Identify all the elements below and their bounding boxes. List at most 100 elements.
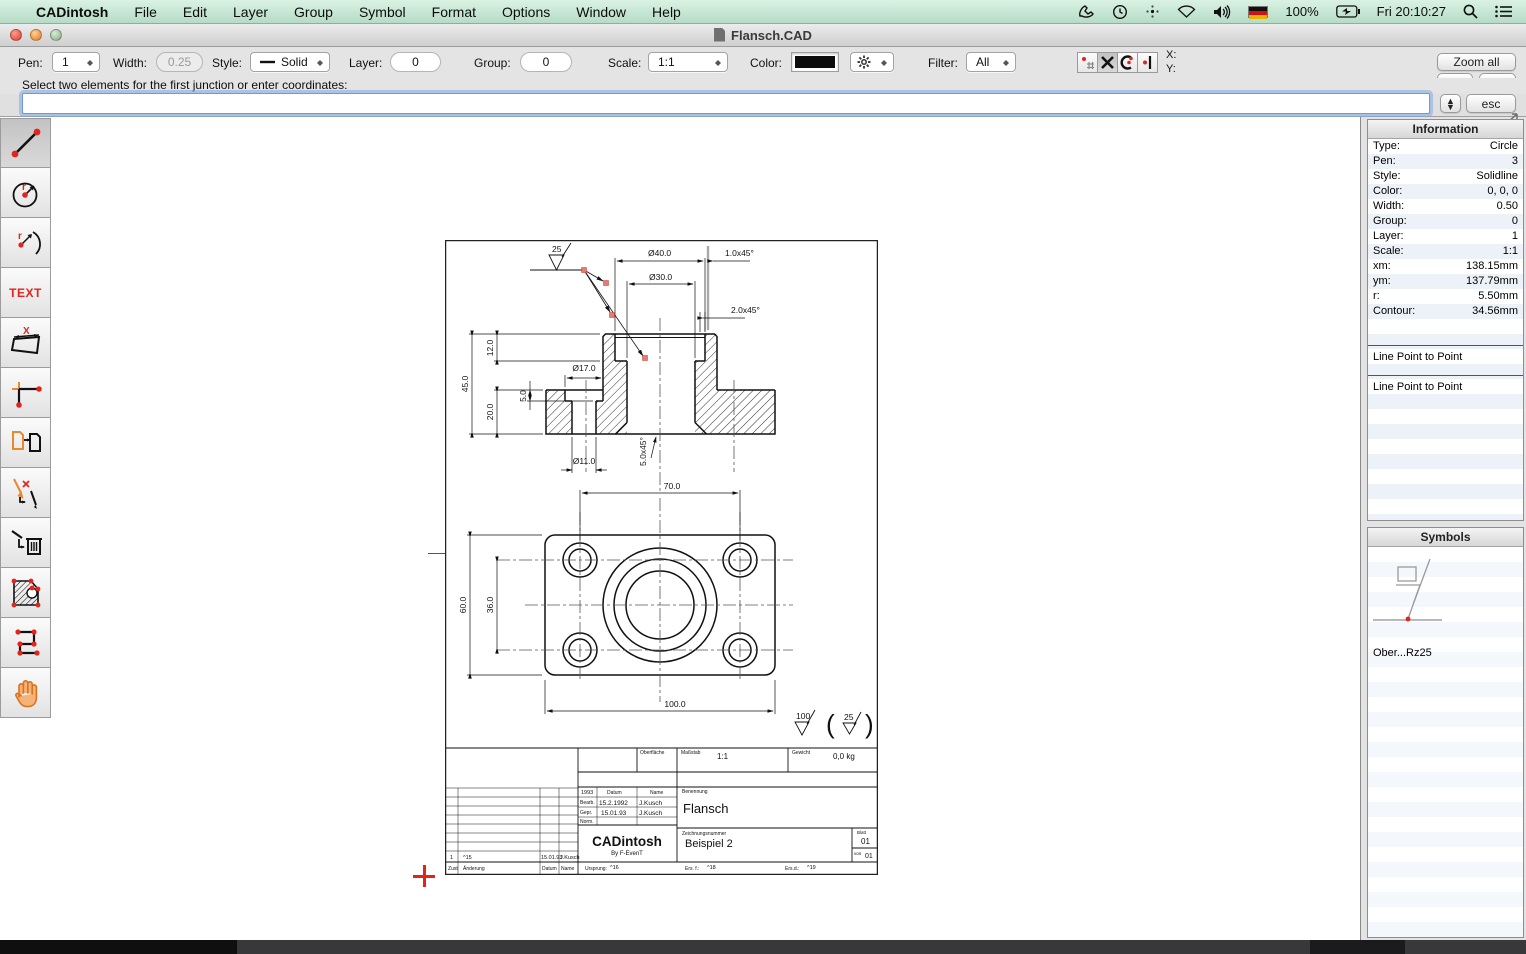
intersection-snap-button[interactable] [1097,52,1118,73]
y-coord-label: Y: [1166,63,1176,75]
phone-icon[interactable] [1078,4,1095,19]
info-row-type: Type:Circle [1368,139,1523,154]
svg-text:1993: 1993 [581,790,593,796]
information-panel: Information Type:Circle Pen:3 Style:Soli… [1367,119,1524,521]
technical-drawing: 25 Ø40.0 1.0x45° Ø30.0 2.0x45° 45.0 12.0… [445,240,878,875]
svg-text:^19: ^19 [807,865,816,871]
menu-options[interactable]: Options [502,4,550,20]
svg-text:Datum: Datum [542,866,557,872]
hand-icon [6,673,46,713]
menu-file[interactable]: File [134,4,157,20]
svg-text:15.2.1992: 15.2.1992 [599,800,628,807]
delete-tool-button[interactable] [0,518,51,568]
solid-line-glyph [260,60,275,64]
svg-text:1:1: 1:1 [717,752,729,761]
width-field[interactable]: 0.25 [156,52,203,72]
circle-snap-button[interactable] [1117,52,1138,73]
text-tool-button[interactable]: TEXT [0,268,51,318]
svg-text:36.0: 36.0 [485,596,495,613]
svg-text:5.0: 5.0 [518,390,528,402]
right-sidebar: Information Type:Circle Pen:3 Style:Soli… [1361,117,1526,940]
german-flag-icon[interactable] [1248,6,1268,18]
history-stepper-button[interactable]: ▲▼ [1440,94,1461,113]
window-title-bar[interactable]: Flansch.CAD [0,24,1526,47]
svg-text:J.Kusch: J.Kusch [560,855,580,861]
coordinate-input[interactable] [22,93,1430,114]
menu-group[interactable]: Group [294,4,333,20]
style-select[interactable]: Solid [250,52,330,72]
line-tool-icon [6,123,46,163]
junction-tool-icon [6,373,46,413]
info-row-scale: Scale:1:1 [1368,244,1523,259]
menu-help[interactable]: Help [652,4,681,20]
symbols-panel: Symbols Ober...Rz25 [1367,527,1524,938]
line-tool-button[interactable] [0,118,51,168]
menu-edit[interactable]: Edit [183,4,207,20]
svg-text:Gepr.: Gepr. [580,810,592,816]
delete-tool-icon [6,523,46,563]
filter-select[interactable]: All [966,52,1016,72]
notification-list-icon[interactable] [1495,5,1512,18]
symbols-panel-title: Symbols [1368,528,1523,547]
svg-text:Ø40.0: Ø40.0 [648,248,671,258]
battery-icon [1336,5,1360,18]
modify-tool-button[interactable] [0,468,51,518]
svg-text:0,0 kg: 0,0 kg [833,752,855,761]
measure-tool-button[interactable]: X [0,318,51,368]
circle-tool-button[interactable]: r [0,168,51,218]
scale-select[interactable]: 1:1 [648,52,728,72]
info-row-layer: Layer:1 [1368,229,1523,244]
svg-text:Ers.d.:: Ers.d.: [785,866,799,872]
menu-app-name[interactable]: CADintosh [36,4,108,20]
menu-window[interactable]: Window [576,4,626,20]
menu-layer[interactable]: Layer [233,4,268,20]
svg-text:Benennung: Benennung [682,789,708,795]
junction-tool-button[interactable] [0,368,51,418]
group-label: Group: [474,56,511,70]
drawing-canvas[interactable]: 25 Ø40.0 1.0x45° Ø30.0 2.0x45° 45.0 12.0… [52,117,1360,940]
svg-text:Maßstab: Maßstab [681,750,701,756]
hatch-tool-icon [6,573,46,613]
history-item[interactable]: Line Point to Point [1373,351,1462,363]
polyline-tool-button[interactable] [0,618,51,668]
svg-text:Oberfläche: Oberfläche [640,750,665,756]
svg-text:01: 01 [865,853,873,860]
svg-text:J.Kusch: J.Kusch [639,810,663,817]
hatch-tool-button[interactable] [0,568,51,618]
bluetooth-dots-icon[interactable] [1145,4,1160,19]
pan-tool-button[interactable] [0,668,51,718]
history-item[interactable]: Line Point to Point [1373,381,1462,393]
menu-symbol[interactable]: Symbol [359,4,406,20]
prompt-row: Select two elements for the first juncti… [0,78,1526,94]
svg-text:12.0: 12.0 [485,339,495,356]
arc-tool-button[interactable]: r [0,218,51,268]
input-row: ▲▼ esc [0,94,1526,117]
group-field[interactable]: 0 [520,52,572,72]
color-swatch[interactable] [791,52,839,72]
pen-select[interactable]: 1 [52,52,100,72]
toolbar: Pen: 1 Width: 0.25 Style: Solid Layer: 0… [0,47,1526,78]
menu-clock[interactable]: Fri 20:10:27 [1377,4,1446,19]
wifi-icon[interactable] [1177,5,1196,18]
grid-snap-button[interactable] [1077,52,1098,73]
surface-symbol-preview[interactable] [1370,557,1460,632]
filter-label: Filter: [928,56,958,70]
width-label: Width: [113,56,147,70]
menu-format[interactable]: Format [432,4,476,20]
line-snap-button[interactable] [1137,52,1158,73]
layer-field[interactable]: 0 [390,52,441,72]
info-row-width: Width:0.50 [1368,199,1523,214]
volume-icon[interactable] [1213,5,1231,19]
zoom-all-button[interactable]: Zoom all [1437,53,1516,71]
text-tool-icon: TEXT [9,286,42,300]
bottom-bar-segment [0,940,237,954]
symbol-item-label[interactable]: Ober...Rz25 [1373,647,1432,659]
svg-text:^16: ^16 [610,865,619,871]
svg-text:25: 25 [844,712,854,722]
spotlight-search-icon[interactable] [1463,4,1478,19]
history-icon[interactable] [1112,4,1128,20]
svg-text:01: 01 [861,837,870,846]
settings-select[interactable] [850,52,894,72]
copy-tool-button[interactable] [0,418,51,468]
color-label: Color: [750,56,782,70]
